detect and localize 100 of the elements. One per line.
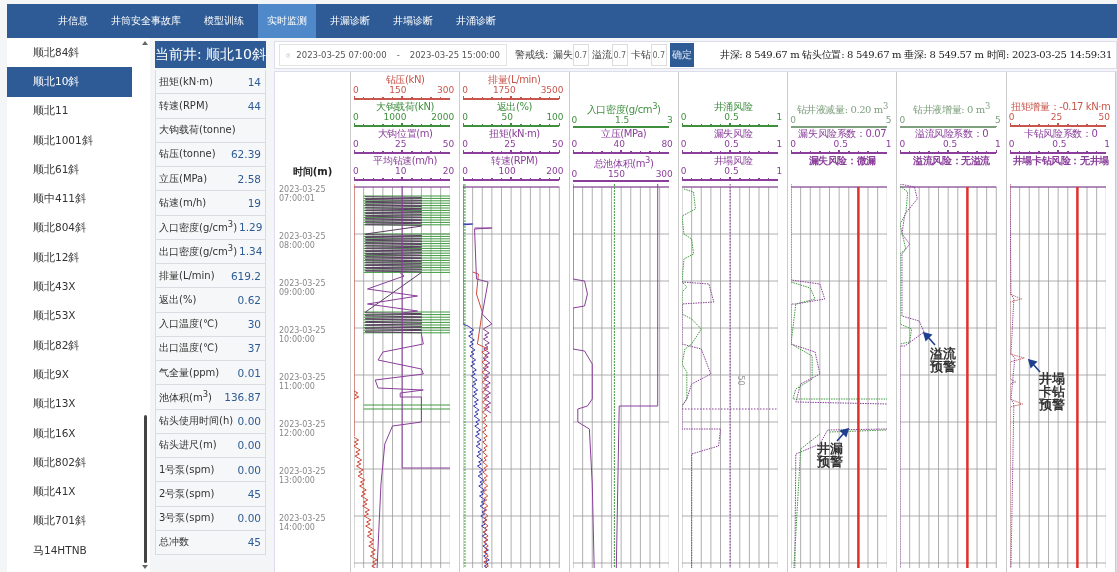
axis-title: 钻井液增量: 0 m$^{3}$ xyxy=(912,101,991,116)
nav-tab[interactable]: 实时监测 xyxy=(258,4,316,38)
axis-tick-label: 100 xyxy=(498,166,516,176)
well-list-item[interactable]: 马14HTNB xyxy=(7,536,132,566)
axis-title: 排量(L/min) xyxy=(487,74,542,85)
well-list-item[interactable]: 顺北43X xyxy=(7,272,132,302)
time-column-heading: 时间(m) xyxy=(292,165,333,179)
param-label: 1号泵(spm) xyxy=(159,462,215,477)
scrollbar-thumb[interactable] xyxy=(143,415,147,563)
axis-tick-label: 50 xyxy=(501,112,513,122)
axis-title: 漏失风险：微漏 xyxy=(807,155,877,166)
well-list-item[interactable]: 顺北84斜 xyxy=(7,38,132,68)
well-list-item[interactable]: 顺北9X xyxy=(7,360,132,390)
warning-label: 漏失 xyxy=(553,48,574,62)
axis-tick-label: 0 xyxy=(790,139,796,149)
param-value: 14 xyxy=(247,75,261,88)
well-list-item[interactable]: 顺北10斜 xyxy=(7,67,132,97)
well-list-item[interactable]: 顺北61斜 xyxy=(7,155,132,185)
nav-tab[interactable]: 井漏诊断 xyxy=(321,4,379,38)
axis-title: 大钩载荷(kN) xyxy=(375,101,436,112)
axis-tick-label: 0 xyxy=(353,139,359,149)
param-value: 619.2 xyxy=(230,269,261,282)
axis-title: 钻井液减量: 0.20 m$^{3}$ xyxy=(795,101,889,116)
axis-tick-label: 0 xyxy=(680,166,687,176)
param-value: 19 xyxy=(247,196,261,209)
date-range-field[interactable]: 2023-03-25 07:00:00 - 2023-03-25 15:00:00 xyxy=(279,44,507,66)
time-label: 2023-03-25 07:00:01 xyxy=(279,186,327,203)
nav-tab[interactable]: 井涌诊断 xyxy=(447,4,505,38)
axis-tick-label: 50 xyxy=(552,139,564,149)
param-label: 入口密度(g/cm$^{3}$) xyxy=(159,218,238,236)
clock-icon xyxy=(286,50,291,60)
scroll-down-icon[interactable] xyxy=(142,565,148,570)
axis-title: 钻压(kN) xyxy=(384,74,426,85)
param-value: 2.58 xyxy=(237,172,261,185)
time-label: 2023-03-25 10:00:00 xyxy=(279,327,327,344)
well-list-item[interactable]: 顺北16X xyxy=(7,418,132,449)
well-list-item[interactable]: 顺北41X xyxy=(7,477,132,507)
axis-tick-label: 25 xyxy=(1050,112,1063,122)
axis-tick-label: 0 xyxy=(790,115,796,126)
end-date-text: 2023-03-25 15:00:00 xyxy=(409,50,500,60)
confirm-button[interactable]: 确定 xyxy=(670,43,695,67)
axis-title: 总池体积(m$^{3}$) xyxy=(592,155,655,170)
axis-tick-label: 300 xyxy=(437,85,455,95)
well-list-item[interactable]: 顺北802斜 xyxy=(7,448,132,478)
axis-title: 转速(RPM) xyxy=(490,155,539,166)
warning-annotation: 井塌卡钻预警 xyxy=(1039,372,1067,411)
axis-tick-label: 200 xyxy=(546,166,564,176)
axis-tick-label: 0 xyxy=(571,169,578,180)
param-label: 入口温度(℃) xyxy=(159,317,219,332)
param-value: 1.29 xyxy=(239,221,263,234)
axis-tick-label: 0 xyxy=(680,112,687,122)
param-label: 出口密度(g/cm$^{3}$) xyxy=(159,243,238,260)
axis-title: 漏失风险 xyxy=(712,128,754,139)
axis-value-label: 50 xyxy=(735,375,745,386)
nav-tab[interactable]: 模型训练 xyxy=(195,4,253,38)
axis-tick-label: 0 xyxy=(899,139,906,149)
axis-tick-label: 0 xyxy=(353,166,359,176)
param-label: 钻头进尺(m) xyxy=(159,438,217,453)
axis-tick-label: 0 xyxy=(1008,139,1015,149)
axis-title: 溢流风险系数：0 xyxy=(913,128,990,139)
warning-input[interactable]: 0.7 xyxy=(651,44,668,66)
axis-title: 大钩位置(m) xyxy=(376,128,434,139)
well-list-item[interactable]: 顺北1001斜 xyxy=(7,125,132,156)
axis-tick-label: 0 xyxy=(462,139,468,149)
warning-input[interactable]: 0.7 xyxy=(612,44,629,66)
nav-tab[interactable]: 井筒安全事故库 xyxy=(102,4,190,38)
well-list-item[interactable]: 顺北11 xyxy=(7,96,132,126)
well-list-item[interactable]: 顺北53X xyxy=(7,301,132,331)
well-status-text: 井深: 8 549.67 m 钻头位置: 8 549.67 m 垂深: 8 549.57 m 时间: 2023-03-25 14:59:31 xyxy=(719,48,1112,62)
axis-title: 井塌风险 xyxy=(712,155,754,166)
axis-tick-label: 40 xyxy=(613,139,626,149)
well-list-item[interactable]: 顺北12斜 xyxy=(7,243,132,273)
param-label: 3号泵(spm) xyxy=(159,511,215,526)
param-label: 气全量(ppm) xyxy=(159,365,220,380)
param-label: 返出(%) xyxy=(159,292,197,307)
axis-tick-label: 0 xyxy=(462,166,468,176)
axis-title: 扭矩增量：-0.17 kN·m xyxy=(1010,101,1112,112)
well-list-item[interactable]: 顺北701斜 xyxy=(7,506,132,537)
scroll-up-icon[interactable] xyxy=(142,40,148,45)
param-value: 37 xyxy=(247,342,261,355)
well-list-item[interactable]: 顺中411斜 xyxy=(7,184,132,214)
nav-tab[interactable]: 井信息 xyxy=(49,4,97,38)
well-list-item[interactable]: 顺北13X xyxy=(7,389,132,419)
axis-tick-label: 80 xyxy=(661,139,673,149)
time-label: 2023-03-25 12:00:00 xyxy=(279,421,327,438)
axis-tick-label: 1 xyxy=(1104,139,1110,149)
param-value: 0.01 xyxy=(237,366,261,379)
axis-tick-label: 1 xyxy=(885,139,892,149)
axis-tick-label: 1750 xyxy=(492,85,516,95)
warning-label: 卡钻 xyxy=(631,48,652,62)
well-list-item[interactable]: 顺北804斜 xyxy=(7,213,132,244)
axis-title: 入口密度(g/cm$^{3}$) xyxy=(585,101,662,116)
nav-tab[interactable]: 井塌诊断 xyxy=(384,4,442,38)
warning-annotation: 井漏预警 xyxy=(817,442,845,468)
well-list-item[interactable]: 顺北82斜 xyxy=(7,330,132,361)
warning-input[interactable]: 0.7 xyxy=(573,44,590,66)
param-value: 136.87 xyxy=(224,390,261,403)
arrow-icon xyxy=(923,332,938,346)
axis-tick-label: 100 xyxy=(546,112,564,122)
param-label: 总冲数 xyxy=(159,535,189,550)
